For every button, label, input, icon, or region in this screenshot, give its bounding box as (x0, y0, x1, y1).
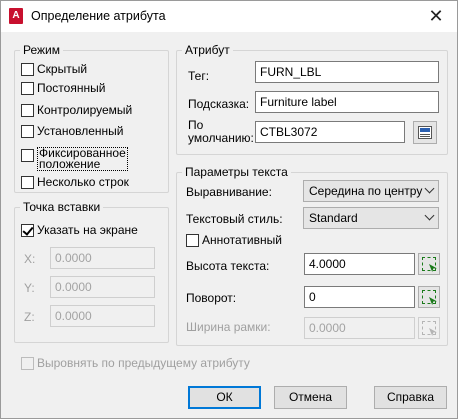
default-label: По умолчанию: (188, 119, 254, 145)
justification-label: Выравнивание: (186, 185, 272, 199)
attribute-legend: Атрибут (185, 43, 230, 57)
multiple-lines-checkbox[interactable]: Несколько строк (21, 174, 129, 190)
checkbox-box[interactable] (186, 233, 199, 247)
text-settings-legend: Параметры текста (185, 165, 288, 179)
text-height-field[interactable]: 4.0000 (304, 253, 415, 275)
tag-label-text: Тег: (188, 69, 210, 83)
verify-label: Контролируемый (37, 103, 133, 117)
title-bar: A Определение атрибута ✕ (1, 1, 457, 32)
rotation-label: Поворот: (186, 291, 237, 305)
pick-boundary-width-button[interactable] (418, 317, 440, 339)
constant-label: Постоянный (37, 81, 106, 95)
checkbox-box[interactable] (21, 124, 34, 138)
verify-checkbox[interactable]: Контролируемый (21, 102, 132, 118)
checkbox-box[interactable] (21, 103, 34, 117)
pick-point-icon (422, 321, 436, 335)
autocad-app-icon: A (9, 8, 23, 24)
constant-checkbox[interactable]: Постоянный (21, 80, 105, 96)
preset-checkbox[interactable]: Установленный (21, 123, 124, 139)
align-below-previous-label: Выровнять по предыдущему атрибуту (37, 356, 250, 370)
default-field[interactable]: CTBL3072 (255, 121, 405, 143)
z-label: Z: (24, 310, 35, 324)
insert-field-icon (418, 126, 432, 139)
invisible-label: Скрытый (37, 62, 88, 76)
specify-on-screen-label: Указать на экране (37, 223, 138, 237)
cancel-button[interactable]: Отмена (274, 386, 347, 409)
insert-field-button[interactable] (413, 121, 437, 144)
x-coordinate-field[interactable]: 0.0000 (50, 247, 155, 269)
checkbox-box[interactable] (21, 81, 34, 95)
invisible-checkbox[interactable]: Скрытый (21, 61, 87, 77)
y-coordinate-field[interactable]: 0.0000 (50, 276, 155, 298)
text-style-select[interactable]: Standard (303, 207, 439, 229)
checkbox-box[interactable] (21, 356, 34, 370)
text-height-label: Высота текста: (186, 259, 270, 273)
insertion-point-legend: Точка вставки (23, 200, 101, 214)
default-label-line1: По (188, 118, 204, 132)
pick-height-button[interactable] (418, 253, 440, 275)
boundary-width-field[interactable]: 0.0000 (304, 317, 415, 339)
tag-field[interactable]: FURN_LBL (255, 61, 439, 83)
prompt-field[interactable]: Furniture label (255, 91, 439, 113)
pick-point-icon (422, 257, 436, 271)
pick-rotation-button[interactable] (418, 286, 440, 308)
lock-position-label-line2: положение (39, 157, 101, 171)
text-style-value: Standard (309, 211, 358, 225)
x-label: X: (24, 252, 36, 266)
annotative-label: Аннотативный (202, 233, 282, 247)
close-icon[interactable]: ✕ (423, 4, 449, 28)
prompt-label: Подсказка: (188, 97, 250, 111)
annotative-checkbox[interactable]: Аннотативный (186, 232, 282, 248)
lock-position-label: Фиксированное положение (37, 147, 128, 171)
tag-label: Тег: (188, 69, 209, 83)
checkbox-box[interactable] (21, 62, 34, 76)
help-button[interactable]: Справка (374, 386, 447, 409)
boundary-width-label: Ширина рамки: (186, 320, 271, 334)
text-style-label: Текстовый стиль: (186, 212, 283, 226)
y-label: Y: (24, 281, 35, 295)
align-below-previous-checkbox[interactable]: Выровнять по предыдущему атрибуту (21, 355, 250, 371)
justification-value: Середина по центру (309, 184, 423, 198)
checkbox-box[interactable] (21, 223, 34, 237)
default-label-line2: умолчанию: (188, 131, 254, 145)
mode-legend: Режим (23, 43, 60, 57)
z-coordinate-field[interactable]: 0.0000 (50, 305, 155, 327)
justification-select[interactable]: Середина по центру (303, 180, 439, 202)
chevron-down-icon (424, 210, 435, 221)
multiple-lines-label: Несколько строк (37, 175, 129, 189)
checkbox-box[interactable] (21, 175, 34, 189)
pick-point-icon (422, 290, 436, 304)
ok-button[interactable]: ОК (188, 386, 261, 409)
dialog-title: Определение атрибута (31, 9, 166, 23)
checkbox-box[interactable] (21, 149, 34, 162)
lock-position-checkbox[interactable]: Фиксированное положение (21, 147, 128, 171)
chevron-down-icon (424, 183, 435, 194)
attribute-definition-dialog: A Определение атрибута ✕ Режим Скрытый П… (0, 0, 458, 419)
preset-label: Установленный (37, 124, 124, 138)
rotation-field[interactable]: 0 (304, 286, 415, 308)
specify-on-screen-checkbox[interactable]: Указать на экране (21, 222, 138, 238)
